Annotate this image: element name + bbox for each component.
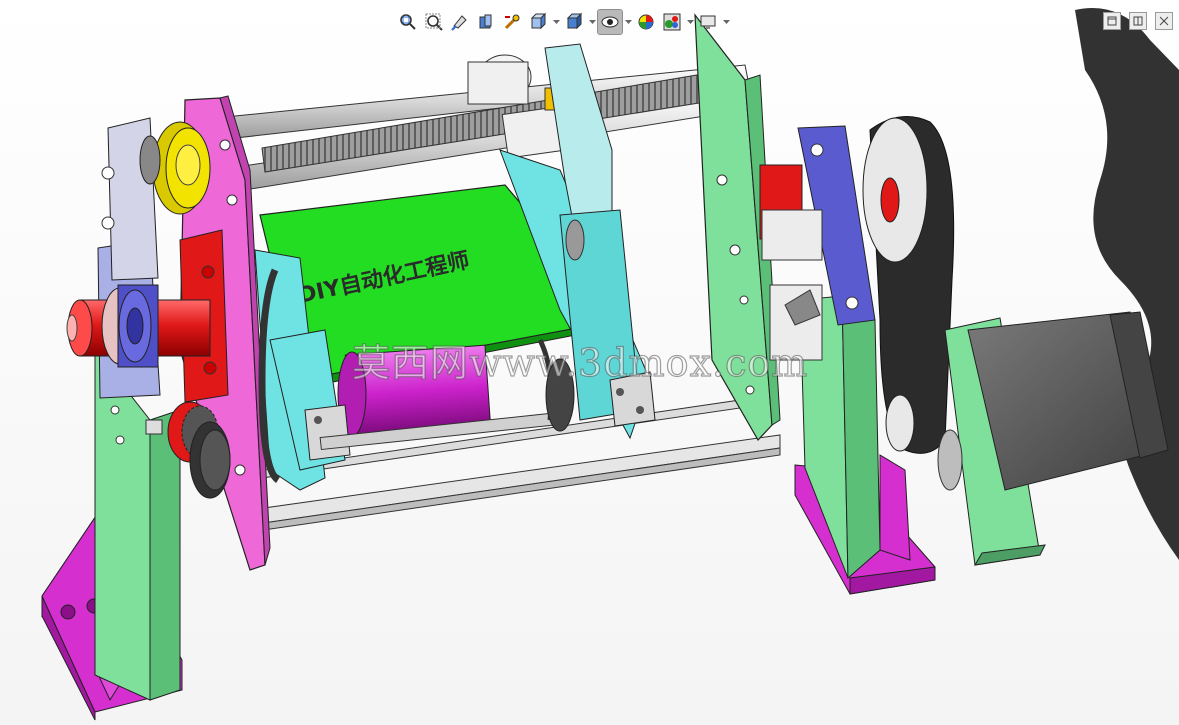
graphics-viewport[interactable]: DIY自动化工程师 莫西网www.3dmox.com: [0, 0, 1179, 725]
view-orientation-icon[interactable]: [526, 10, 550, 34]
zoom-to-area-icon[interactable]: [422, 10, 446, 34]
apply-scene-icon[interactable]: [660, 10, 684, 34]
hide-show-items-icon[interactable]: [597, 9, 623, 35]
chevron-down-icon[interactable]: [624, 10, 632, 34]
heads-up-view-toolbar[interactable]: [396, 9, 730, 35]
display-style-icon[interactable]: [562, 10, 586, 34]
section-view-icon[interactable]: [474, 10, 498, 34]
previous-view-icon[interactable]: [448, 10, 472, 34]
lower-pulley: [885, 394, 915, 452]
close-icon[interactable]: [1155, 12, 1173, 30]
chevron-down-icon[interactable]: [588, 10, 596, 34]
view-settings-icon[interactable]: [696, 10, 720, 34]
restore-icon[interactable]: [1103, 12, 1121, 30]
window-controls: [1103, 12, 1173, 30]
watermark: 莫西网www.3dmox.com: [351, 340, 809, 385]
split-icon[interactable]: [1129, 12, 1147, 30]
chevron-down-icon[interactable]: [552, 10, 560, 34]
edit-appearance-icon[interactable]: [634, 10, 658, 34]
chevron-down-icon[interactable]: [722, 10, 730, 34]
chevron-down-icon[interactable]: [686, 10, 694, 34]
zoom-to-fit-icon[interactable]: [396, 10, 420, 34]
dynamic-annotation-icon[interactable]: [500, 10, 524, 34]
